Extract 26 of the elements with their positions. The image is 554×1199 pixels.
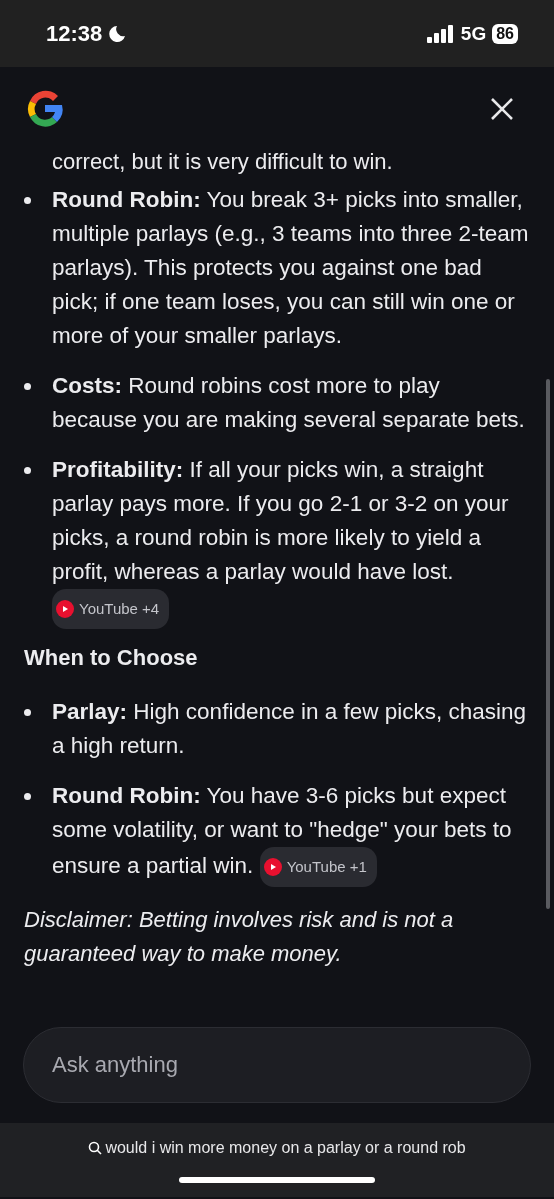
ask-field[interactable]: Ask anything xyxy=(23,1027,531,1103)
play-icon xyxy=(56,600,74,618)
disclaimer-text: Disclaimer: Betting involves risk and is not a guaranteed way to make money. xyxy=(24,906,455,968)
bullet-dot xyxy=(24,197,31,204)
signal-icon xyxy=(426,24,455,43)
source-chip[interactable]: YouTube +1 xyxy=(259,847,377,887)
bullet-dot xyxy=(24,467,31,474)
bullet-text: Round Robin: You have 3-6 picks but expect some volatility, or want to "hedge" your bets to ensure a partial win. YouTube +1 xyxy=(52,779,530,887)
search-query[interactable]: would i win more money on a parlay or a round rob xyxy=(105,1139,466,1157)
bullet-text: Round Robin: You break 3+ picks into smaller, multiple parlays (e.g., 3 teams into three 2-team parlays). This protects you against one bad pick; if one team loses, you can still win one or more of your smaller parlays. xyxy=(52,186,530,350)
answer-text: correct, but it is very difficult to win. xyxy=(52,151,394,173)
bullet-dot xyxy=(24,709,31,716)
bullet-dot xyxy=(24,383,31,390)
moon-icon xyxy=(108,24,127,43)
bullet-dot xyxy=(24,793,31,800)
bullet-text: Profitability: If all your picks win, a straight parlay pays more. If you go 2-1 or 3-2 on your picks, a round robin is more likely to yield a profit, whereas a parlay would have lost. YouTube +4 xyxy=(52,453,530,629)
search-icon xyxy=(88,1141,103,1155)
network-label: 5G xyxy=(460,22,487,45)
close-icon[interactable] xyxy=(490,97,514,121)
clock: 12:38 xyxy=(46,20,103,47)
bullet-text: Parlay: High confidence in a few picks, chasing a high return. xyxy=(52,698,528,760)
play-icon xyxy=(263,858,282,876)
battery-icon: 86 xyxy=(492,23,518,44)
bullet-text: Costs: Round robins cost more to play because you are making several separate bets. xyxy=(52,372,526,434)
section-heading: When to Choose xyxy=(24,645,199,671)
source-chip[interactable]: YouTube +4 xyxy=(52,589,170,629)
